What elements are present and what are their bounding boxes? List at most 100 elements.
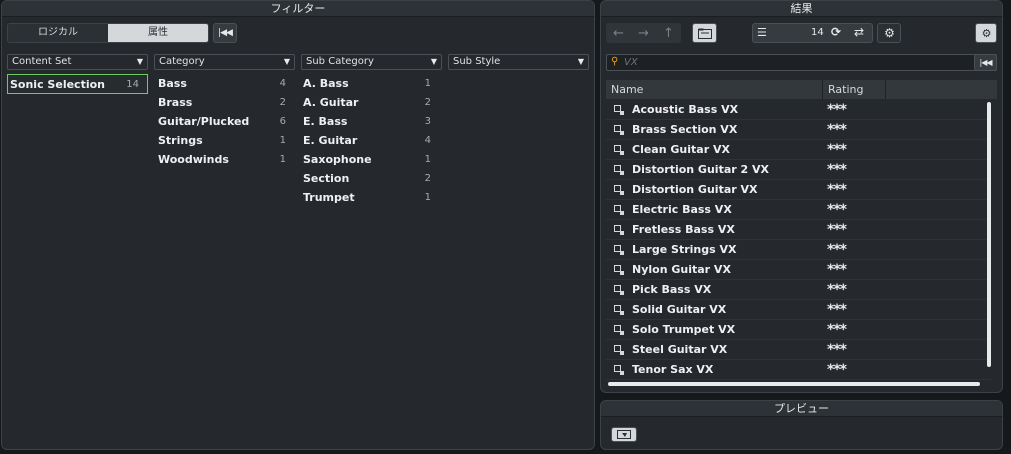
- reset-filter-button[interactable]: |◀◀: [213, 23, 237, 43]
- list-item[interactable]: Sonic Selection 14: [7, 74, 148, 94]
- table-row[interactable]: Electric Bass VX ***: [606, 200, 991, 220]
- filter-title: フィルター: [2, 1, 594, 17]
- table-row[interactable]: Distortion Guitar VX ***: [606, 180, 991, 200]
- subcategory-selector[interactable]: Sub Category ▼: [301, 54, 442, 70]
- settings-panel-icon: ⚙: [981, 26, 992, 40]
- table-row[interactable]: Brass Section VX ***: [606, 120, 991, 140]
- list-item[interactable]: E. Bass 3: [298, 112, 439, 131]
- item-label: Woodwinds: [158, 153, 229, 166]
- rating-stars[interactable]: ***: [827, 322, 847, 338]
- table-row[interactable]: Acoustic Bass VX ***: [606, 100, 991, 120]
- preset-icon: [606, 184, 632, 195]
- list-item[interactable]: Guitar/Plucked 6: [153, 112, 294, 131]
- result-name: Tenor Sax VX: [632, 363, 714, 376]
- results-header: Name Rating: [606, 80, 997, 99]
- rating-stars[interactable]: ***: [827, 362, 847, 378]
- result-name: Distortion Guitar 2 VX: [632, 163, 769, 176]
- shuffle-icon[interactable]: ⇄: [854, 25, 864, 39]
- item-count: 2: [279, 97, 286, 108]
- result-name: Steel Guitar VX: [632, 343, 728, 356]
- rating-stars[interactable]: ***: [827, 262, 847, 278]
- search-field[interactable]: ⚲ VX: [606, 54, 997, 71]
- folder-button[interactable]: [692, 23, 717, 43]
- rating-stars[interactable]: ***: [827, 182, 847, 198]
- substyle-selector[interactable]: Sub Style ▼: [448, 54, 589, 70]
- content-set-selector[interactable]: Content Set ▼: [7, 54, 148, 70]
- result-name: Fretless Bass VX: [632, 223, 735, 236]
- rating-stars[interactable]: ***: [827, 222, 847, 238]
- item-label: Sonic Selection: [10, 77, 105, 91]
- forward-arrow-icon[interactable]: →: [638, 26, 649, 41]
- table-row[interactable]: Solid Guitar VX ***: [606, 300, 991, 320]
- item-count: 3: [424, 116, 431, 127]
- table-row[interactable]: Fretless Bass VX ***: [606, 220, 991, 240]
- list-item[interactable]: A. Guitar 2: [298, 93, 439, 112]
- settings-button[interactable]: ⚙: [877, 23, 901, 43]
- category-selector[interactable]: Category ▼: [154, 54, 295, 70]
- rating-stars[interactable]: ***: [827, 282, 847, 298]
- table-row[interactable]: Solo Trumpet VX ***: [606, 320, 991, 340]
- back-arrow-icon[interactable]: ←: [613, 26, 624, 41]
- rating-stars[interactable]: ***: [827, 142, 847, 158]
- vertical-scrollbar[interactable]: [987, 102, 991, 367]
- dropdown-arrow-icon: ▼: [577, 57, 584, 66]
- attribute-tab[interactable]: 属性: [108, 24, 208, 42]
- preset-icon: [606, 364, 632, 375]
- list-item[interactable]: Saxophone 1: [298, 150, 439, 169]
- table-row[interactable]: Large Strings VX ***: [606, 240, 991, 260]
- list-item[interactable]: Bass 4: [153, 74, 294, 93]
- horizontal-scrollbar[interactable]: [608, 382, 980, 386]
- preset-icon: [606, 304, 632, 315]
- preset-icon: [606, 124, 632, 135]
- list-item[interactable]: Strings 1: [153, 131, 294, 150]
- item-count: 1: [424, 78, 431, 89]
- up-arrow-icon[interactable]: ↑: [663, 26, 674, 41]
- table-row[interactable]: Clean Guitar VX ***: [606, 140, 991, 160]
- filter-panel: フィルター ロジカル 属性 |◀◀ Content Set ▼ Category ▼…: [1, 0, 595, 450]
- table-row[interactable]: Tenor Sax VX ***: [606, 360, 991, 380]
- item-label: Guitar/Plucked: [158, 115, 250, 128]
- skip-back-icon: |◀◀: [218, 28, 233, 38]
- sync-icon[interactable]: ⟳: [831, 25, 841, 39]
- item-label: Brass: [158, 96, 193, 109]
- rating-stars[interactable]: ***: [827, 122, 847, 138]
- preview-play-icon: [617, 430, 631, 439]
- result-name: Nylon Guitar VX: [632, 263, 731, 276]
- list-item[interactable]: Trumpet 1: [298, 188, 439, 207]
- list-item[interactable]: A. Bass 1: [298, 74, 439, 93]
- result-name: Pick Bass VX: [632, 283, 712, 296]
- logical-tab[interactable]: ロジカル: [8, 24, 108, 42]
- item-label: Trumpet: [303, 191, 355, 204]
- preset-icon: [606, 104, 632, 115]
- table-row[interactable]: Nylon Guitar VX ***: [606, 260, 991, 280]
- column-header-rating[interactable]: Rating: [823, 80, 886, 99]
- list-item[interactable]: Woodwinds 1: [153, 150, 294, 169]
- dropdown-arrow-icon: ▼: [136, 57, 143, 66]
- item-count: 6: [279, 116, 286, 127]
- item-label: E. Guitar: [303, 134, 358, 147]
- table-row[interactable]: Steel Guitar VX ***: [606, 340, 991, 360]
- item-label: Saxophone: [303, 153, 372, 166]
- rating-stars[interactable]: ***: [827, 202, 847, 218]
- rating-stars[interactable]: ***: [827, 342, 847, 358]
- rating-stars[interactable]: ***: [827, 162, 847, 178]
- table-row[interactable]: Distortion Guitar 2 VX ***: [606, 160, 991, 180]
- column-header-name[interactable]: Name: [606, 80, 823, 99]
- table-row[interactable]: Pick Bass VX ***: [606, 280, 991, 300]
- item-label: Section: [303, 172, 350, 185]
- list-item[interactable]: Section 2: [298, 169, 439, 188]
- preset-icon: [606, 164, 632, 175]
- list-item[interactable]: E. Guitar 4: [298, 131, 439, 150]
- rating-stars[interactable]: ***: [827, 302, 847, 318]
- search-input[interactable]: VX: [624, 57, 638, 68]
- list-item[interactable]: Brass 2: [153, 93, 294, 112]
- rating-stars[interactable]: ***: [827, 102, 847, 118]
- preview-play-button[interactable]: [611, 427, 637, 442]
- list-icon[interactable]: ☰: [757, 26, 767, 39]
- rating-stars[interactable]: ***: [827, 242, 847, 258]
- filter-mode-switch[interactable]: ロジカル 属性: [7, 23, 209, 43]
- panel-settings-button[interactable]: ⚙: [975, 23, 997, 43]
- content-set-label: Content Set: [12, 56, 72, 67]
- result-name: Large Strings VX: [632, 243, 737, 256]
- reset-search-button[interactable]: |◀◀: [974, 54, 997, 71]
